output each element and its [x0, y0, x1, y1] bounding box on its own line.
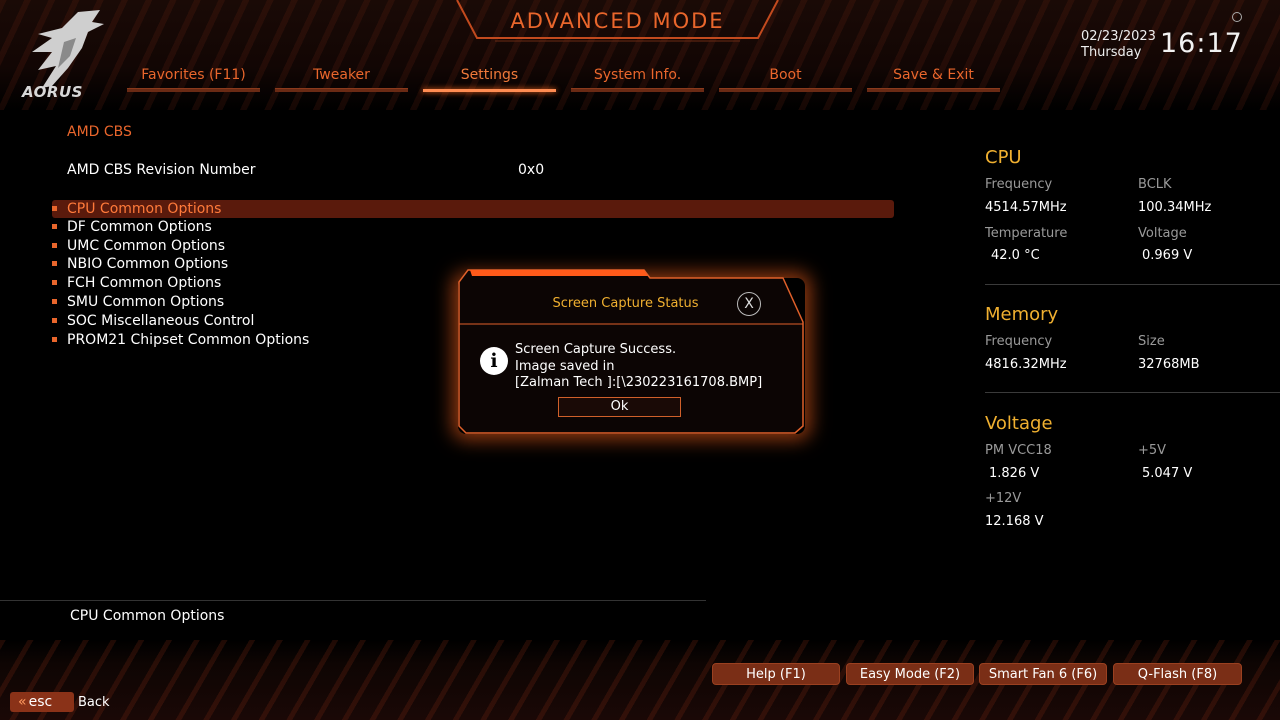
menu-item-cpu-common-options[interactable]: CPU Common Options: [52, 200, 894, 218]
screen-capture-dialog: Screen Capture Status X i Screen Capture…: [458, 268, 805, 434]
memory-frequency-label: Frequency: [985, 334, 1053, 349]
pm-vcc18-value: 1.826 V: [989, 466, 1040, 481]
weekday-text: Thursday: [1081, 45, 1142, 60]
tab-settings[interactable]: Settings: [423, 66, 556, 92]
help-text: CPU Common Options: [70, 608, 225, 624]
tab-label: System Info.: [593, 67, 682, 83]
cpu-voltage-value: 0.969 V: [1142, 248, 1193, 263]
menu-item-label: NBIO Common Options: [67, 256, 229, 272]
plus5v-label: +5V: [1138, 443, 1167, 458]
page-title: ADVANCED MODE: [510, 9, 725, 33]
dialog-message-line: [Zalman Tech ]:[\230223161708.BMP]: [515, 375, 763, 390]
menu-item-umc-common-options[interactable]: UMC Common Options: [52, 237, 894, 255]
tab-tweaker[interactable]: Tweaker: [275, 66, 408, 92]
tab-save-exit[interactable]: Save & Exit: [867, 66, 1000, 92]
q-flash-button[interactable]: Q-Flash (F8): [1113, 663, 1242, 685]
dialog-message-line: Screen Capture Success.: [515, 342, 677, 357]
menu-item-label: SOC Miscellaneous Control: [67, 313, 255, 329]
smart-fan-button[interactable]: Smart Fan 6 (F6): [979, 663, 1107, 685]
ok-button[interactable]: Ok: [558, 397, 681, 417]
bullet-icon: [52, 224, 57, 229]
cpu-bclk-value: 100.34MHz: [1138, 200, 1212, 215]
info-icon: i: [480, 347, 508, 375]
cpu-temperature-value: 42.0 °C: [991, 248, 1040, 263]
memory-title: Memory: [985, 304, 1059, 325]
help-divider: [0, 600, 706, 601]
dialog-message-line: Image saved in: [515, 358, 615, 374]
cpu-title: CPU: [985, 147, 1022, 168]
bullet-icon: [52, 318, 57, 323]
menu-item-label: SMU Common Options: [67, 294, 225, 310]
pm-vcc18-label: PM VCC18: [985, 443, 1052, 458]
panel-divider: [985, 392, 1280, 393]
tab-label: Favorites (F11): [141, 67, 246, 83]
settings-dot-icon[interactable]: [1232, 12, 1242, 22]
bullet-icon: [52, 337, 57, 342]
cpu-voltage-label: Voltage: [1138, 226, 1187, 241]
revision-label: AMD CBS Revision Number: [67, 162, 256, 178]
tab-label: Settings: [460, 67, 519, 83]
menu-item-label: FCH Common Options: [67, 275, 222, 291]
cpu-temperature-label: Temperature: [985, 226, 1068, 241]
revision-value: 0x0: [518, 162, 545, 178]
menu-item-label: DF Common Options: [67, 219, 212, 235]
tab-system-info[interactable]: System Info.: [571, 66, 704, 92]
bullet-icon: [52, 299, 57, 304]
menu-item-label: PROM21 Chipset Common Options: [67, 332, 310, 348]
menu-item-df-common-options[interactable]: DF Common Options: [52, 218, 894, 236]
voltage-title: Voltage: [985, 413, 1053, 434]
bullet-icon: [52, 206, 57, 211]
easy-mode-button[interactable]: Easy Mode (F2): [846, 663, 974, 685]
bullet-icon: [52, 261, 57, 266]
clock-time: 16:17: [1160, 28, 1243, 59]
date-text: 02/23/2023: [1081, 29, 1156, 44]
bullet-icon: [52, 243, 57, 248]
title-banner: ADVANCED MODE: [455, 0, 780, 42]
menu-item-label: UMC Common Options: [67, 238, 226, 254]
plus12v-value: 12.168 V: [985, 514, 1044, 529]
memory-size-value: 32768MB: [1138, 357, 1200, 372]
double-chevron-left-icon: «: [18, 694, 27, 710]
help-button[interactable]: Help (F1): [712, 663, 840, 685]
memory-size-label: Size: [1138, 334, 1165, 349]
memory-frequency-value: 4816.32MHz: [985, 357, 1067, 372]
panel-divider: [985, 284, 1280, 285]
tab-label: Save & Exit: [893, 67, 974, 83]
tab-boot[interactable]: Boot: [719, 66, 852, 92]
bullet-icon: [52, 280, 57, 285]
tab-label: Boot: [769, 67, 802, 83]
close-icon[interactable]: X: [737, 292, 761, 316]
date-display: 02/23/2023 Thursday: [1081, 29, 1156, 61]
dialog-message: Screen Capture Success. Image saved in […: [515, 342, 762, 392]
aorus-logo-text: AORUS: [22, 83, 83, 101]
esc-label: esc: [28, 694, 53, 710]
back-label: Back: [78, 695, 110, 710]
plus12v-label: +12V: [985, 491, 1022, 506]
esc-button[interactable]: «esc: [10, 692, 74, 712]
cpu-frequency-label: Frequency: [985, 177, 1053, 192]
plus5v-value: 5.047 V: [1142, 466, 1193, 481]
cpu-frequency-value: 4514.57MHz: [985, 200, 1067, 215]
tab-favorites[interactable]: Favorites (F11): [127, 66, 260, 92]
tab-label: Tweaker: [313, 67, 370, 83]
section-title: AMD CBS: [67, 124, 132, 140]
cpu-bclk-label: BCLK: [1138, 177, 1172, 192]
menu-item-label: CPU Common Options: [67, 201, 222, 217]
